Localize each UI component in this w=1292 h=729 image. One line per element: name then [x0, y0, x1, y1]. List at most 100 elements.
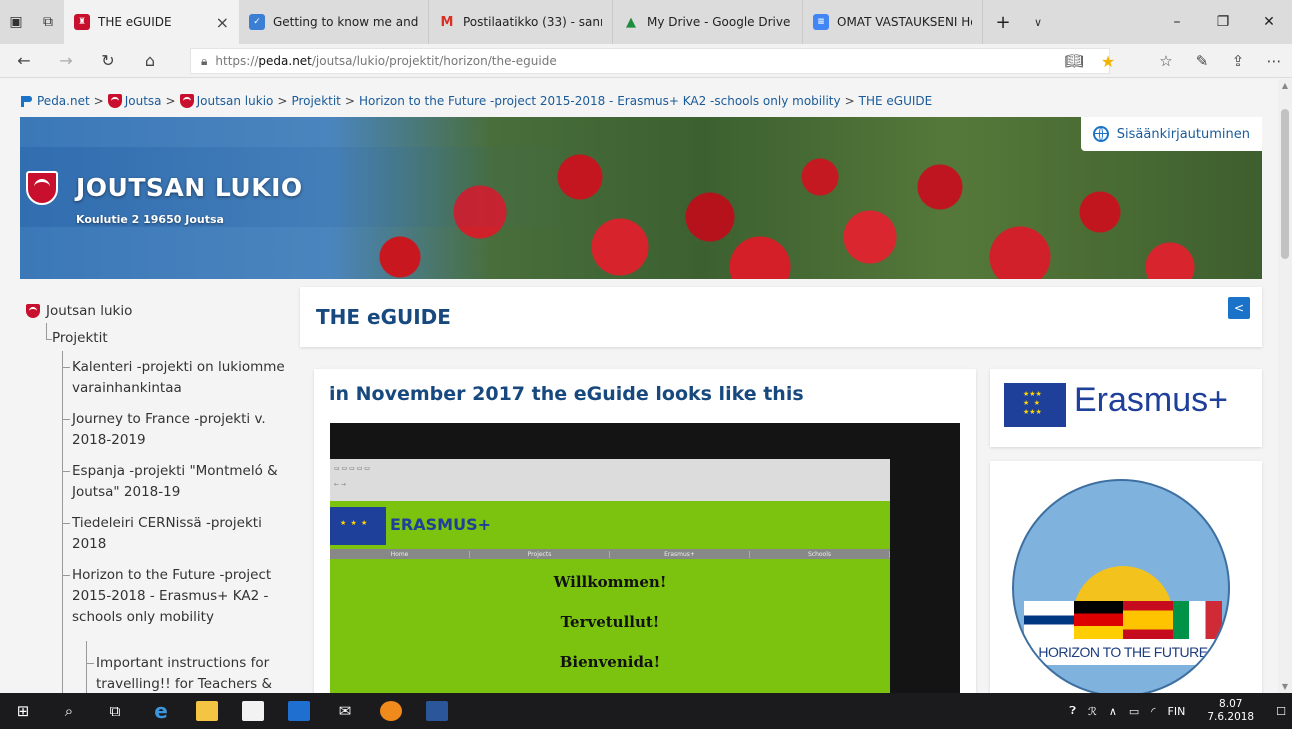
eguide-photo[interactable]: ▭ ▭ ▭ ▭ ▭ ← → ERASMUS+ Home Projects Era… — [330, 423, 960, 693]
tree-item-tiedeleiri[interactable]: Tiedeleiri CERNissä -projekti 2018 — [72, 513, 292, 555]
docs-icon: ≡ — [813, 14, 829, 30]
tree-item-projektit[interactable]: Projektit — [52, 328, 108, 349]
school-crest-icon — [26, 171, 58, 205]
new-tab-button[interactable]: + — [983, 0, 1023, 44]
clock[interactable]: 8.07 7.6.2018 — [1191, 698, 1270, 724]
mail-app-icon[interactable]: ✉ — [322, 693, 368, 729]
address-bar: ← → ↻ ⌂ 🔒︎ https://peda.net/joutsa/lukio… — [0, 44, 1292, 78]
back-icon[interactable]: ← — [6, 44, 42, 78]
tab-postilaatikko[interactable]: M Postilaatikko (33) - sanna.pi — [429, 0, 613, 44]
tree-item-joutsan-lukio[interactable]: Joutsan lukio — [26, 301, 132, 322]
browser-tab-bar: ▣ ⧉ ♜ THE eGUIDE × ✓ Getting to know me … — [0, 0, 1292, 44]
page-viewport: Peda.net > Joutsa > Joutsan lukio > Proj… — [0, 79, 1278, 693]
refresh-icon[interactable]: ↻ — [90, 44, 126, 78]
joutsa-crest-icon — [107, 94, 122, 108]
spain-flag-icon — [1123, 601, 1173, 639]
peda-logo-icon — [20, 94, 34, 108]
restore-icon[interactable]: ❐ — [1200, 0, 1246, 44]
horizon-logo: HORIZON TO THE FUTURE — [1012, 479, 1230, 693]
more-menu-icon[interactable]: ⋯ — [1256, 44, 1292, 78]
breadcrumb-joutsan-lukio[interactable]: Joutsan lukio — [179, 94, 273, 108]
app-orange-icon[interactable] — [368, 693, 414, 729]
task-view-icon[interactable]: ⧉ — [92, 693, 138, 729]
content-heading: in November 2017 the eGuide looks like t… — [329, 383, 804, 405]
school-address: Koulutie 2 19650 Joutsa — [76, 213, 224, 226]
set-aside-tabs-icon[interactable]: ⧉ — [32, 0, 64, 44]
tab-the-eguide[interactable]: ♜ THE eGUIDE × — [64, 0, 239, 44]
home-icon[interactable]: ⌂ — [132, 44, 168, 78]
breadcrumb-horizon[interactable]: Horizon to the Future -project 2015-2018… — [359, 94, 841, 108]
url-host: peda.net — [258, 54, 312, 68]
finland-flag-icon — [1024, 601, 1074, 639]
help-icon[interactable]: ❓︎ — [1063, 704, 1082, 718]
tree-item-horizon[interactable]: Horizon to the Future -project 2015-2018… — [72, 565, 292, 628]
favorite-star-icon[interactable]: ★ — [1090, 44, 1126, 78]
eu-flag-icon — [330, 507, 386, 545]
forward-icon[interactable]: → — [48, 44, 84, 78]
file-explorer-icon[interactable] — [184, 693, 230, 729]
tree-item-espanja[interactable]: Espanja -projekti "Montmeló & Joutsa" 20… — [72, 461, 292, 503]
app-icon[interactable] — [276, 693, 322, 729]
breadcrumb-joutsa[interactable]: Joutsa — [107, 94, 162, 108]
url-input[interactable]: 🔒︎ https://peda.net/joutsa/lukio/projekt… — [190, 48, 1110, 74]
drive-icon: ▲ — [626, 14, 636, 30]
page-title: THE eGUIDE — [316, 305, 451, 329]
joutsa-crest-icon — [179, 94, 194, 108]
tab-list-chevron-icon[interactable]: ∨ — [1023, 0, 1053, 44]
tree-item-important-instructions[interactable]: Important instructions for travelling!! … — [96, 653, 296, 693]
horizon-logo-card[interactable]: HORIZON TO THE FUTURE — [990, 461, 1262, 693]
globe-icon — [1092, 126, 1109, 142]
tree-item-journey-to-france[interactable]: Journey to France -projekti v. 2018-2019 — [72, 409, 292, 451]
people-icon[interactable]: ℛ — [1082, 705, 1103, 718]
breadcrumb-the-eguide[interactable]: THE eGUIDE — [859, 94, 933, 108]
eu-flag-icon — [1004, 383, 1066, 427]
close-window-icon[interactable]: ✕ — [1246, 0, 1292, 44]
lock-icon: 🔒︎ — [201, 53, 208, 68]
germany-flag-icon — [1073, 601, 1123, 639]
reading-view-icon[interactable]: 📖︎ — [1056, 44, 1092, 78]
breadcrumb-projektit[interactable]: Projektit — [291, 94, 340, 108]
share-button[interactable]: < — [1228, 297, 1250, 319]
share-icon: < — [1233, 301, 1245, 315]
edge-icon[interactable]: e — [138, 693, 184, 729]
school-name[interactable]: JOUTSAN LUKIO — [76, 173, 303, 202]
login-button[interactable]: Sisäänkirjautuminen — [1080, 117, 1262, 151]
url-path: /joutsa/lukio/projektit/horizon/the-egui… — [311, 54, 557, 68]
tab-omat-vastaukseni[interactable]: ≡ OMAT VASTAUKSENI Horizo — [803, 0, 983, 44]
start-icon[interactable]: ⊞ — [0, 693, 46, 729]
pen-icon[interactable]: ✎ — [1184, 44, 1220, 78]
tab-google-drive[interactable]: ▲ My Drive - Google Drive — [613, 0, 803, 44]
breadcrumb: Peda.net > Joutsa > Joutsan lukio > Proj… — [20, 89, 932, 113]
page-scrollbar[interactable]: ▲ ▼ — [1278, 79, 1292, 693]
notifications-icon[interactable]: ☐ — [1270, 705, 1292, 718]
minimize-icon[interactable]: – — [1154, 0, 1200, 44]
joutsa-crest-icon — [26, 304, 40, 319]
language-indicator[interactable]: FIN — [1162, 705, 1192, 718]
share-page-icon[interactable]: ⇪ — [1220, 44, 1256, 78]
search-icon[interactable]: ⌕ — [46, 693, 92, 729]
close-tab-icon[interactable]: × — [216, 13, 229, 32]
mail-icon: M — [440, 14, 454, 30]
windows-taskbar: ⊞ ⌕ ⧉ e ✉ ❓︎ ℛ ∧ ▭ ◜ FIN 8.07 7.6.2018 ☐ — [0, 693, 1292, 729]
tray-chevron-icon[interactable]: ∧ — [1103, 705, 1123, 718]
tab-preview-icon[interactable]: ▣ — [0, 0, 32, 44]
forms-icon: ✓ — [249, 14, 265, 30]
breadcrumb-peda[interactable]: Peda.net — [20, 94, 90, 108]
school-banner: JOUTSAN LUKIO Koulutie 2 19650 Joutsa Si… — [20, 117, 1262, 279]
tree-item-kalenteri[interactable]: Kalenteri -projekti on lukiomme varainha… — [72, 357, 292, 399]
word-icon[interactable] — [414, 693, 460, 729]
url-prefix: https:// — [215, 54, 259, 68]
wifi-icon[interactable]: ◜ — [1145, 705, 1161, 718]
tab-getting-to-know[interactable]: ✓ Getting to know me and my — [239, 0, 429, 44]
scroll-down-icon[interactable]: ▼ — [1278, 682, 1292, 691]
erasmus-logo-card[interactable]: Erasmus+ — [990, 369, 1262, 447]
scroll-up-icon[interactable]: ▲ — [1278, 81, 1292, 90]
store-icon[interactable] — [230, 693, 276, 729]
italy-flag-icon — [1172, 601, 1222, 639]
scrollbar-thumb[interactable] — [1281, 109, 1289, 259]
favorites-hub-icon[interactable]: ☆ — [1148, 44, 1184, 78]
content-card: in November 2017 the eGuide looks like t… — [314, 369, 976, 693]
battery-icon[interactable]: ▭ — [1123, 705, 1145, 718]
page-title-card: THE eGUIDE < — [300, 287, 1262, 347]
joutsa-crest-icon: ♜ — [74, 14, 90, 30]
